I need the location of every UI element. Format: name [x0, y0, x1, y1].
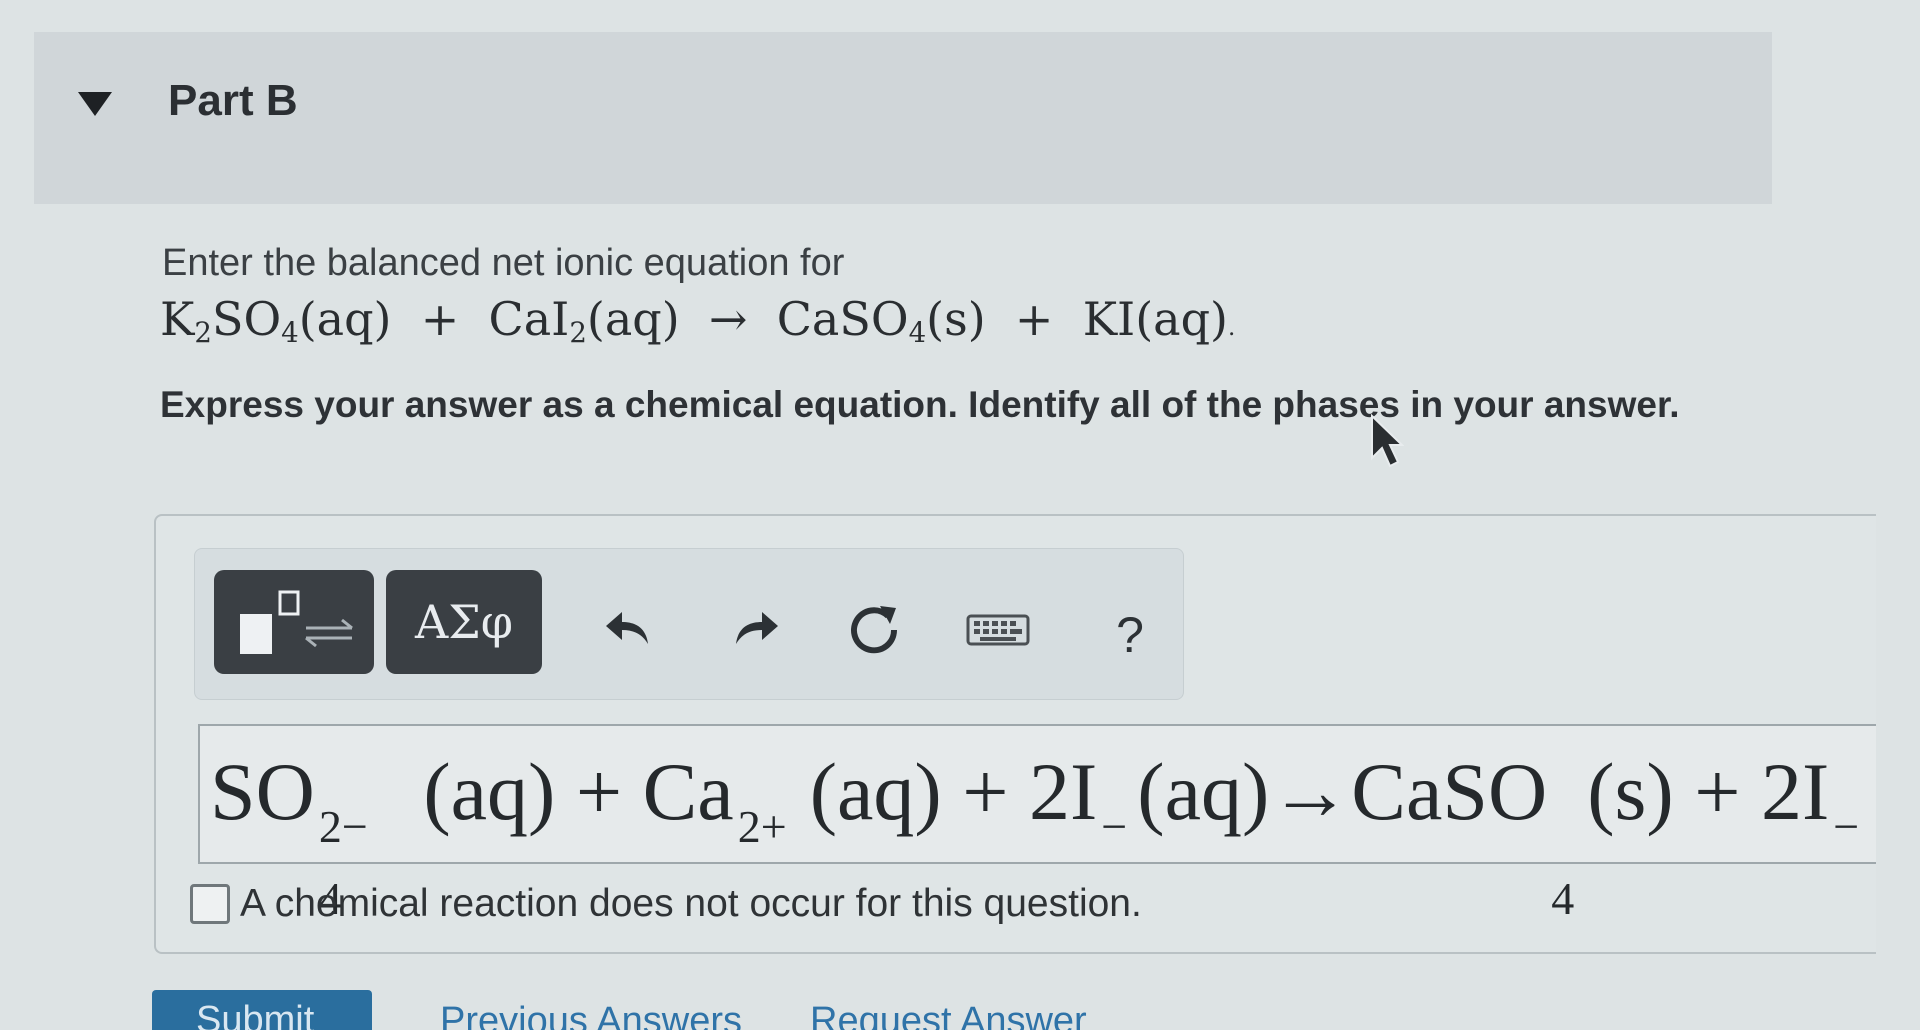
request-answer-link[interactable]: Request Answer — [810, 1000, 1087, 1030]
collapse-triangle-icon[interactable] — [78, 92, 112, 116]
answer-instructions: Express your answer as a chemical equati… — [160, 384, 1680, 425]
submit-button[interactable]: Submit — [152, 990, 372, 1030]
undo-icon[interactable] — [600, 598, 660, 658]
help-icon[interactable]: ? — [1100, 606, 1160, 666]
question-equation: K2SO4(aq) + CaI2(aq) → CaSO4(s) + KI(aq)… — [160, 292, 1236, 349]
no-reaction-label: A chemical reaction does not occur for t… — [240, 882, 1142, 925]
symbols-button[interactable]: ΑΣφ — [386, 570, 542, 674]
redo-icon[interactable] — [724, 598, 784, 658]
previous-answers-link[interactable]: Previous Answers — [440, 1000, 742, 1030]
keyboard-icon[interactable] — [966, 598, 1030, 658]
mouse-cursor-icon — [1371, 414, 1404, 468]
answer-expression[interactable]: SO 2− 4 (aq) + Ca 2+ (aq) + 2I − (aq)→CaSO 4 (s)… — [210, 742, 1859, 924]
no-reaction-option[interactable]: A chemical reaction does not occur for t… — [190, 882, 1142, 926]
question-prompt: Enter the balanced net ionic equation fo… — [162, 242, 845, 284]
no-reaction-checkbox[interactable] — [190, 884, 230, 924]
part-title: Part B — [168, 76, 298, 125]
templates-button[interactable] — [214, 570, 374, 674]
templates-icon — [240, 590, 353, 654]
page: Part B Enter the balanced net ionic equa… — [0, 0, 1920, 1030]
reset-icon[interactable] — [844, 598, 904, 658]
